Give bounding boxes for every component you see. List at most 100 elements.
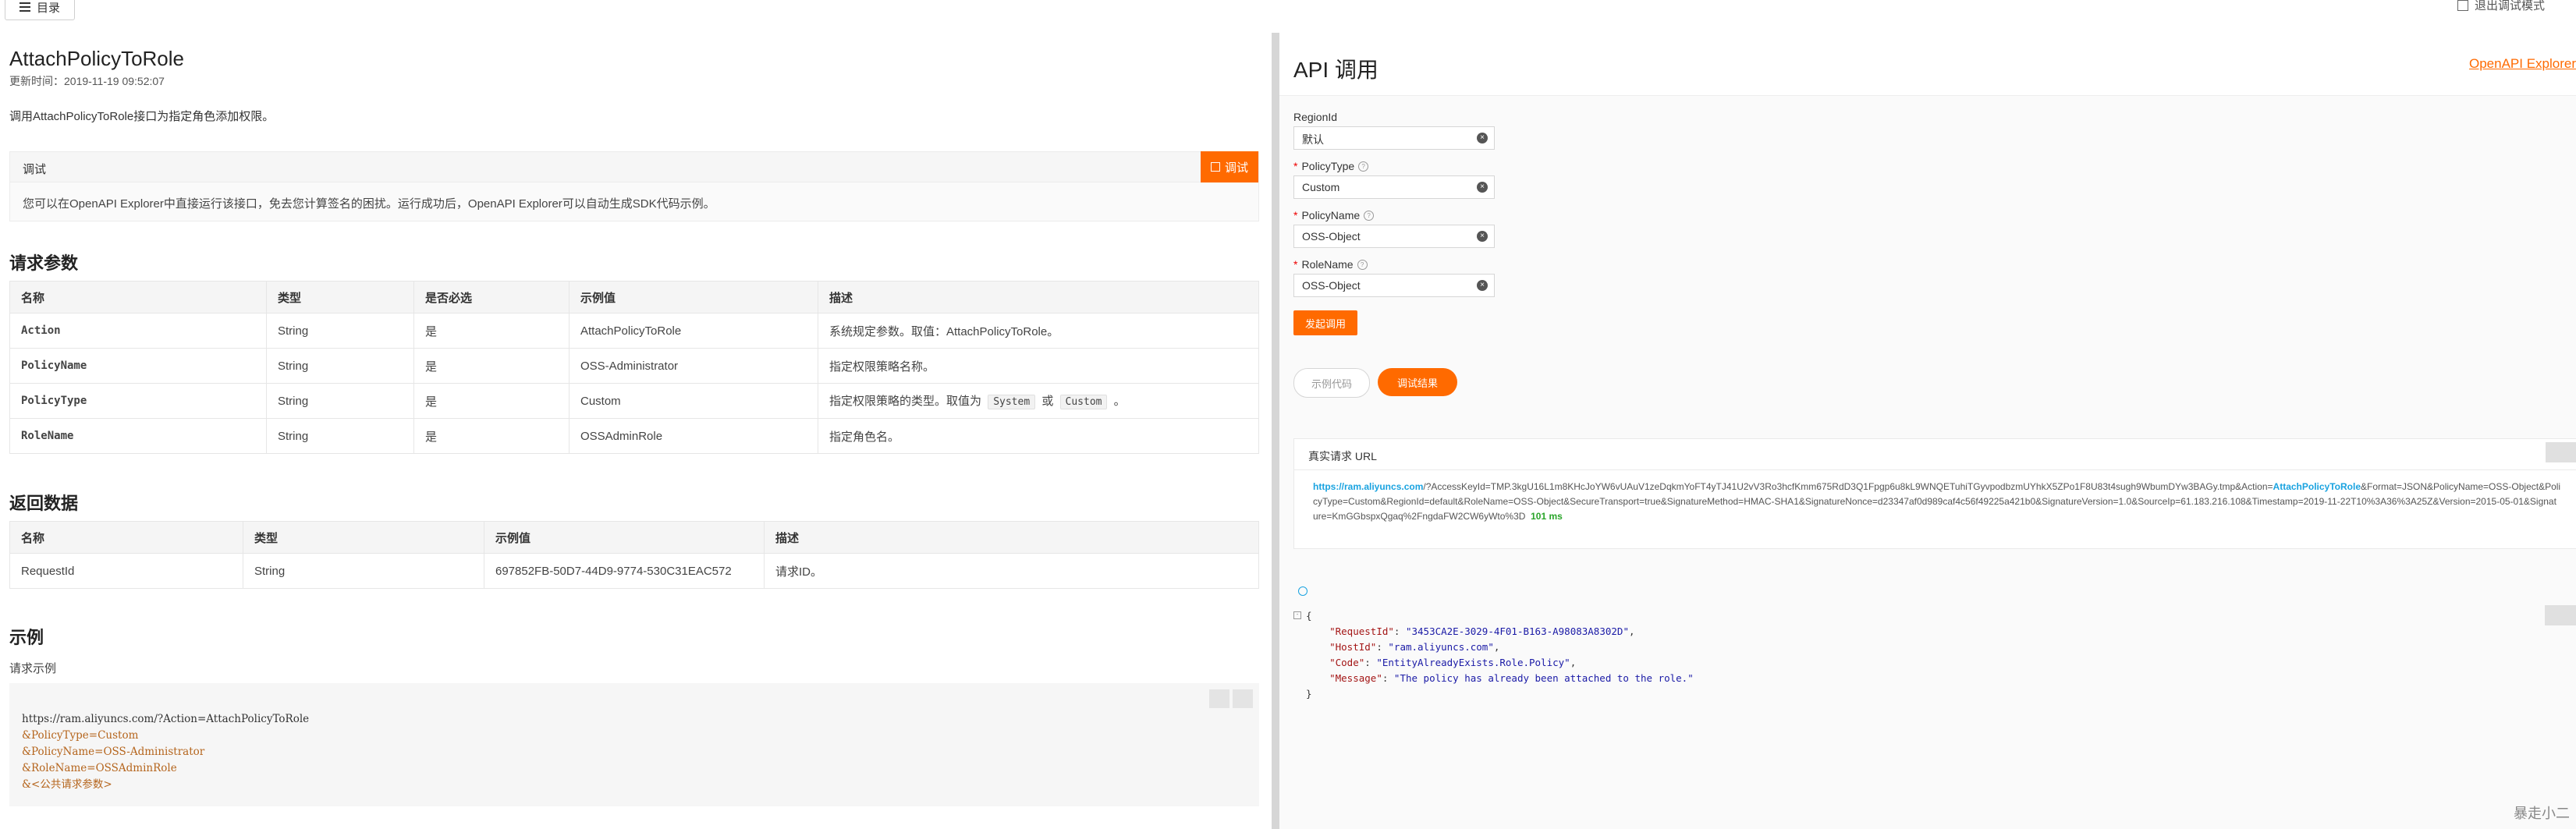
param-example: AttachPolicyToRole: [569, 313, 818, 349]
input-value: OSS-Object: [1302, 230, 1361, 243]
table-row: Action String 是 AttachPolicyToRole 系统规定参…: [9, 313, 1259, 349]
menu-icon: [19, 2, 30, 12]
response-desc: 请求ID。: [764, 553, 1259, 589]
column-header: 示例值: [484, 521, 765, 554]
debug-label: 调试: [23, 163, 47, 176]
policytype-input[interactable]: Custom ×: [1293, 175, 1495, 199]
help-icon[interactable]: ?: [1357, 259, 1368, 270]
clear-icon[interactable]: ×: [1477, 231, 1488, 242]
toc-button[interactable]: 目录: [5, 0, 75, 20]
exit-debug-label: 退出调试模式: [2474, 0, 2545, 12]
help-icon[interactable]: ?: [1358, 161, 1369, 172]
param-desc: 系统规定参数。取值：AttachPolicyToRole。: [818, 313, 1259, 349]
request-example-label: 请求示例: [9, 662, 57, 675]
request-params-title: 请求参数: [9, 253, 79, 273]
table-row: RoleName String 是 OSSAdminRole 指定角色名。: [9, 418, 1259, 454]
param-name: RoleName: [9, 418, 267, 454]
field-label-text: PolicyName: [1301, 209, 1361, 221]
column-header: 描述: [818, 281, 1259, 314]
api-description: 调用AttachPolicyToRole接口为指定角色添加权限。: [9, 110, 275, 123]
table-row: PolicyName String 是 OSS-Administrator 指定…: [9, 348, 1259, 384]
help-icon[interactable]: ?: [1364, 210, 1375, 221]
input-value: 默认: [1302, 133, 1324, 146]
param-required: 是: [413, 313, 569, 349]
param-desc: 指定权限策略名称。: [818, 348, 1259, 384]
exit-icon: [2457, 0, 2468, 11]
code-line: &PolicyName=OSS-Administrator: [22, 746, 205, 758]
debug-button-label: 调试: [1224, 161, 1248, 175]
field-label-policyname: * PolicyName ?: [1293, 209, 1375, 221]
updated-time: 更新时间：2019-11-19 09:52:07: [9, 75, 165, 87]
json-requestid: 3453CA2E-3029-4F01-B163-A98083A8302D: [1411, 625, 1623, 637]
table-row: RequestId String 697852FB-50D7-44D9-9774…: [9, 553, 1259, 589]
required-mark: *: [1293, 160, 1298, 172]
theme-toggle-icon[interactable]: [1209, 689, 1229, 708]
code-line: &RoleName=OSSAdminRole: [22, 762, 177, 774]
enum-separator: 或: [1041, 395, 1054, 408]
url-query: /?AccessKeyId=TMP.3kgU16L1m8KHcJoYW6vUAu…: [1423, 481, 2273, 492]
json-code: EntityAlreadyExists.Role.Policy: [1382, 657, 1565, 668]
column-header: 描述: [764, 521, 1259, 554]
clear-icon[interactable]: ×: [1477, 182, 1488, 193]
param-required: 是: [413, 418, 569, 454]
rolename-input[interactable]: OSS-Object ×: [1293, 274, 1495, 297]
response-example: 697852FB-50D7-44D9-9774-530C31EAC572: [484, 553, 765, 589]
fold-icon[interactable]: -: [1293, 611, 1301, 619]
response-name: RequestId: [9, 553, 243, 589]
policyname-input[interactable]: OSS-Object ×: [1293, 225, 1495, 248]
openapi-explorer-link[interactable]: OpenAPI Explorer: [2469, 56, 2576, 72]
debug-button[interactable]: 调试: [1201, 151, 1258, 182]
field-label-text: RegionId: [1293, 111, 1338, 123]
field-label-regionid: RegionId: [1293, 111, 1337, 123]
response-time: 101 ms: [1531, 511, 1563, 522]
debug-icon: [1210, 162, 1220, 172]
field-label-rolename: * RoleName ?: [1293, 258, 1368, 271]
watermark: 暴走小二: [2514, 806, 2570, 821]
code-line: https://ram.aliyuncs.com/?Action=AttachP…: [22, 713, 310, 725]
tab-sample-code[interactable]: 示例代码: [1293, 368, 1370, 398]
param-name: PolicyType: [9, 383, 267, 419]
field-label-text: RoleName: [1301, 258, 1354, 271]
url-action: AttachPolicyToRole: [2273, 481, 2361, 492]
response-type: String: [243, 553, 484, 589]
panel-splitter[interactable]: [1272, 33, 1279, 829]
response-table: 名称 类型 示例值 描述 RequestId String 697852FB-5…: [9, 521, 1259, 589]
copy-icon[interactable]: [1233, 689, 1253, 708]
param-type: String: [266, 313, 414, 349]
field-label-text: PolicyType: [1301, 160, 1355, 172]
enum-value: Custom: [1059, 395, 1108, 409]
doc-panel: AttachPolicyToRole 更新时间：2019-11-19 09:52…: [0, 33, 1272, 829]
clear-icon[interactable]: ×: [1477, 133, 1488, 143]
url-host: https://ram.aliyuncs.com: [1313, 481, 1424, 492]
required-mark: *: [1293, 258, 1298, 271]
required-mark: *: [1293, 209, 1298, 221]
example-title: 示例: [9, 628, 44, 647]
clear-icon[interactable]: ×: [1477, 280, 1488, 291]
tab-debug-result[interactable]: 调试结果: [1378, 368, 1457, 396]
exit-debug-button[interactable]: 退出调试模式: [2457, 0, 2545, 13]
input-value: Custom: [1302, 181, 1340, 193]
param-type: String: [266, 418, 414, 454]
field-label-policytype: * PolicyType ?: [1293, 160, 1369, 172]
copy-icon[interactable]: [2545, 605, 2576, 625]
real-url-label: 真实请求 URL: [1294, 439, 2576, 470]
toc-label: 目录: [36, 1, 60, 15]
param-type: String: [266, 383, 414, 419]
regionid-input[interactable]: 默认 ×: [1293, 126, 1495, 150]
param-required: 是: [413, 348, 569, 384]
param-desc-tail: 。: [1113, 395, 1126, 408]
json-hostid: ram.aliyuncs.com: [1393, 641, 1488, 653]
debug-note: 您可以在OpenAPI Explorer中直接运行该接口，免去您计算签名的困扰。…: [9, 182, 1259, 221]
code-block: https://ram.aliyuncs.com/?Action=AttachP…: [9, 683, 1259, 806]
submit-call-button[interactable]: 发起调用: [1293, 310, 1357, 335]
param-name: PolicyName: [9, 348, 267, 384]
param-example: OSSAdminRole: [569, 418, 818, 454]
api-header: API 调用 OpenAPI Explorer: [1279, 33, 2576, 96]
code-line: &PolicyType=Custom: [22, 729, 139, 742]
request-params-table: 名称 类型 是否必选 示例值 描述 Action String 是 Attach…: [9, 281, 1259, 454]
input-value: OSS-Object: [1302, 279, 1361, 292]
expand-icon[interactable]: [1298, 586, 1308, 596]
param-type: String: [266, 348, 414, 384]
copy-icon[interactable]: [2546, 442, 2576, 462]
param-example: OSS-Administrator: [569, 348, 818, 384]
